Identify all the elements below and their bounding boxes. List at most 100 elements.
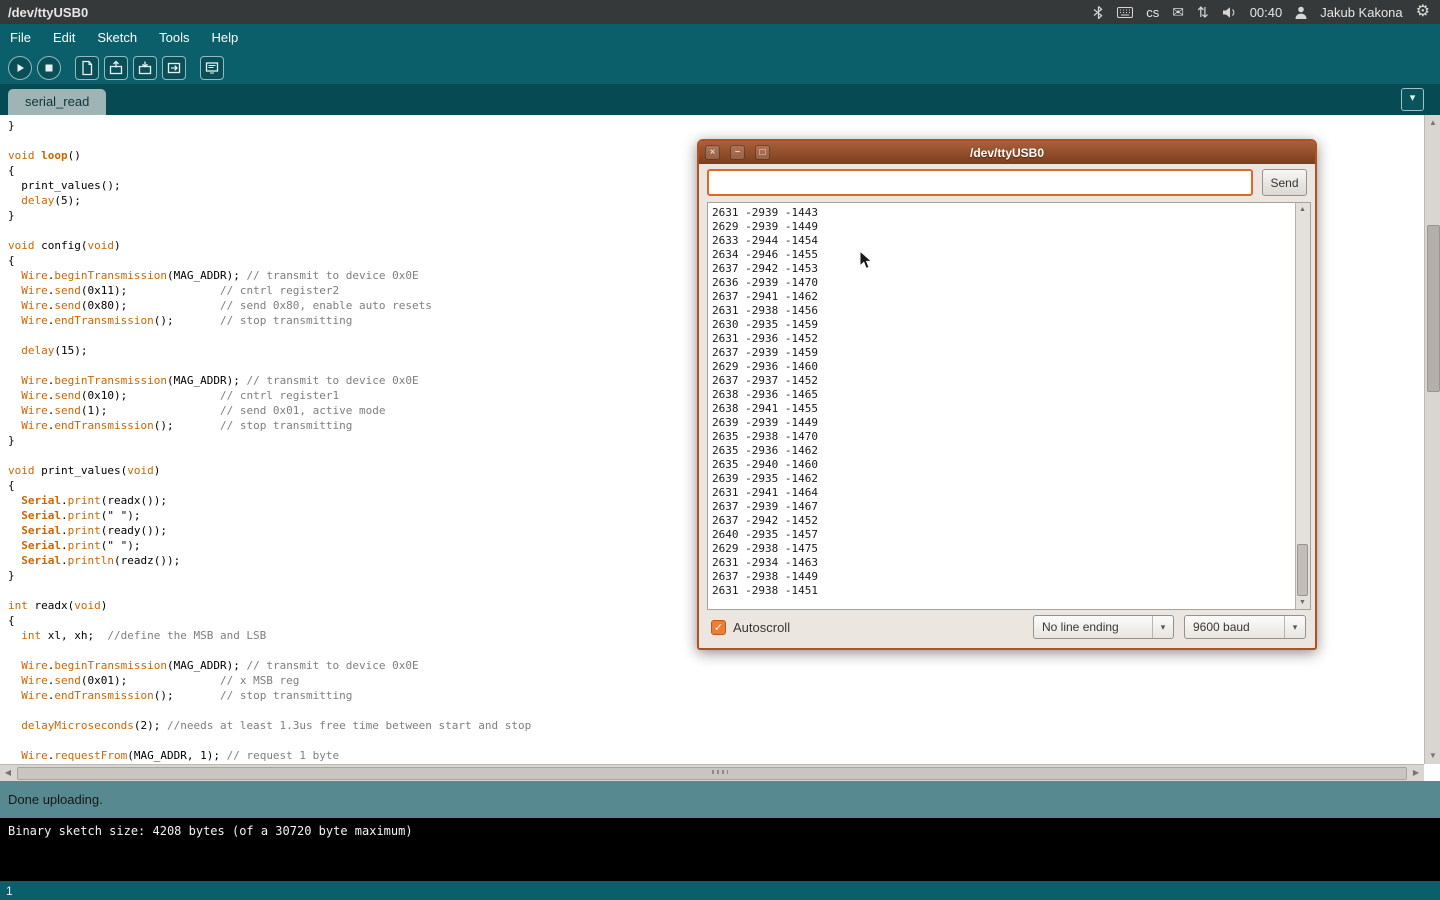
serial-line: 2639 -2935 -1462: [712, 472, 1306, 486]
serial-line: 2629 -2938 -1475: [712, 542, 1306, 556]
gear-icon[interactable]: ⚙: [1416, 4, 1430, 20]
menu-bar: FileEditSketchToolsHelp: [0, 24, 1440, 52]
serial-line: 2633 -2944 -1454: [712, 234, 1306, 248]
serial-input[interactable]: [707, 169, 1253, 196]
line-ending-value: No line ending: [1034, 620, 1152, 634]
screen: /dev/ttyUSB0 cs ✉ ⇅ 00:40 Jakub Kakona ⚙…: [0, 0, 1440, 900]
code-line: [8, 703, 1424, 718]
bluetooth-icon[interactable]: [1093, 6, 1104, 19]
maximize-icon[interactable]: □: [755, 145, 770, 160]
code-line: delayMicroseconds(2); //needs at least 1…: [8, 718, 1424, 733]
upload-button[interactable]: [162, 56, 186, 80]
menu-item-edit[interactable]: Edit: [42, 24, 86, 52]
code-line: Wire.requestFrom(MAG_ADDR, 1); // reques…: [8, 748, 1424, 763]
menu-item-tools[interactable]: Tools: [148, 24, 200, 52]
serial-line: 2631 -2934 -1463: [712, 556, 1306, 570]
menu-item-sketch[interactable]: Sketch: [86, 24, 148, 52]
serial-line: 2637 -2939 -1459: [712, 346, 1306, 360]
scroll-left-icon[interactable]: ◀: [0, 765, 16, 781]
serial-line: 2631 -2941 -1464: [712, 486, 1306, 500]
serial-line: 2630 -2935 -1459: [712, 318, 1306, 332]
system-indicators: cs ✉ ⇅ 00:40 Jakub Kakona ⚙: [1093, 4, 1440, 20]
toolbar: [0, 52, 1440, 84]
send-button[interactable]: Send: [1262, 169, 1307, 196]
serial-line: 2635 -2938 -1470: [712, 430, 1306, 444]
serial-output-area[interactable]: 2631 -2939 -14432629 -2939 -14492633 -29…: [707, 202, 1311, 610]
status-message: Done uploading.: [8, 792, 103, 807]
current-line-number: 1: [6, 884, 13, 898]
sketch-tab[interactable]: serial_read: [8, 89, 106, 115]
new-sketch-button[interactable]: [75, 56, 99, 80]
scroll-down-icon[interactable]: ▼: [1425, 748, 1440, 764]
editor-vertical-scrollbar[interactable]: ▲ ▼: [1424, 115, 1440, 764]
console-output: Binary sketch size: 4208 bytes (of a 307…: [0, 818, 1440, 881]
tab-menu-button[interactable]: ▾: [1401, 88, 1424, 111]
code-line: Wire.send(0x01); // x MSB reg: [8, 673, 1424, 688]
baud-rate-select[interactable]: 9600 baud ▾: [1184, 615, 1306, 639]
open-sketch-button[interactable]: [104, 56, 128, 80]
editor-vscroll-thumb[interactable]: [1427, 225, 1440, 392]
keyboard-icon[interactable]: [1117, 7, 1133, 18]
serial-output-lines: 2631 -2939 -14432629 -2939 -14492633 -29…: [708, 203, 1310, 601]
serial-line: 2631 -2936 -1452: [712, 332, 1306, 346]
scroll-down-icon[interactable]: ▼: [1296, 596, 1309, 609]
serial-scrollbar[interactable]: ▲ ▼: [1295, 203, 1310, 609]
baud-rate-value: 9600 baud: [1185, 620, 1284, 634]
serial-window-title: /dev/ttyUSB0: [699, 146, 1315, 160]
editor-horizontal-scrollbar[interactable]: ◀ ▶: [0, 764, 1424, 781]
code-line: [8, 733, 1424, 748]
console-text: Binary sketch size: 4208 bytes (of a 307…: [8, 824, 413, 838]
scroll-up-icon[interactable]: ▲: [1425, 115, 1440, 131]
user-icon: [1295, 6, 1307, 19]
serial-line: 2639 -2939 -1449: [712, 416, 1306, 430]
serial-line: 2631 -2938 -1456: [712, 304, 1306, 318]
serial-line: 2637 -2941 -1462: [712, 290, 1306, 304]
chevron-down-icon: ▾: [1152, 616, 1173, 638]
serial-line: 2636 -2939 -1470: [712, 276, 1306, 290]
serial-monitor-button[interactable]: [200, 56, 224, 80]
serial-line: 2629 -2936 -1460: [712, 360, 1306, 374]
mail-icon[interactable]: ✉: [1172, 5, 1184, 19]
autoscroll-label: Autoscroll: [733, 620, 790, 635]
status-bar: Done uploading.: [0, 781, 1440, 818]
serial-line: 2637 -2942 -1452: [712, 514, 1306, 528]
panel-window-title: /dev/ttyUSB0: [0, 5, 88, 20]
serial-window-titlebar[interactable]: × − □ /dev/ttyUSB0: [699, 141, 1315, 164]
serial-line: 2637 -2937 -1452: [712, 374, 1306, 388]
serial-line: 2634 -2946 -1455: [712, 248, 1306, 262]
menu-item-help[interactable]: Help: [200, 24, 249, 52]
serial-line: 2638 -2941 -1455: [712, 402, 1306, 416]
serial-line: 2631 -2939 -1443: [712, 206, 1306, 220]
clock[interactable]: 00:40: [1250, 5, 1283, 20]
code-line: Wire.endTransmission(); // stop transmit…: [8, 688, 1424, 703]
serial-scroll-thumb[interactable]: [1297, 544, 1308, 596]
save-sketch-button[interactable]: [133, 56, 157, 80]
serial-line: 2629 -2939 -1449: [712, 220, 1306, 234]
serial-line: 2631 -2938 -1451: [712, 584, 1306, 598]
menu-item-file[interactable]: File: [0, 24, 42, 52]
scroll-right-icon[interactable]: ▶: [1408, 765, 1424, 781]
keyboard-layout-indicator[interactable]: cs: [1146, 5, 1159, 20]
serial-line: 2638 -2936 -1465: [712, 388, 1306, 402]
serial-line: 2637 -2942 -1453: [712, 262, 1306, 276]
serial-input-row: Send: [707, 169, 1307, 196]
close-icon[interactable]: ×: [705, 145, 720, 160]
code-line: }: [8, 118, 1424, 133]
serial-line: 2640 -2935 -1457: [712, 528, 1306, 542]
verify-button[interactable]: [8, 56, 32, 80]
line-ending-select[interactable]: No line ending ▾: [1033, 615, 1174, 639]
system-top-bar: /dev/ttyUSB0 cs ✉ ⇅ 00:40 Jakub Kakona ⚙: [0, 0, 1440, 24]
serial-line: 2637 -2938 -1449: [712, 570, 1306, 584]
stop-button[interactable]: [37, 56, 61, 80]
minimize-icon[interactable]: −: [730, 145, 745, 160]
network-icon[interactable]: ⇅: [1197, 5, 1209, 19]
scroll-up-icon[interactable]: ▲: [1296, 203, 1309, 216]
chevron-down-icon: ▾: [1284, 616, 1305, 638]
autoscroll-checkbox[interactable]: ✓: [711, 620, 726, 635]
hscroll-grip: [712, 770, 728, 774]
code-line: Wire.beginTransmission(MAG_ADDR); // tra…: [8, 658, 1424, 673]
serial-line: 2637 -2939 -1467: [712, 500, 1306, 514]
serial-monitor-window: × − □ /dev/ttyUSB0 Send 2631 -2939 -1443…: [697, 139, 1317, 650]
volume-icon[interactable]: [1222, 6, 1237, 19]
user-menu[interactable]: Jakub Kakona: [1320, 5, 1402, 20]
